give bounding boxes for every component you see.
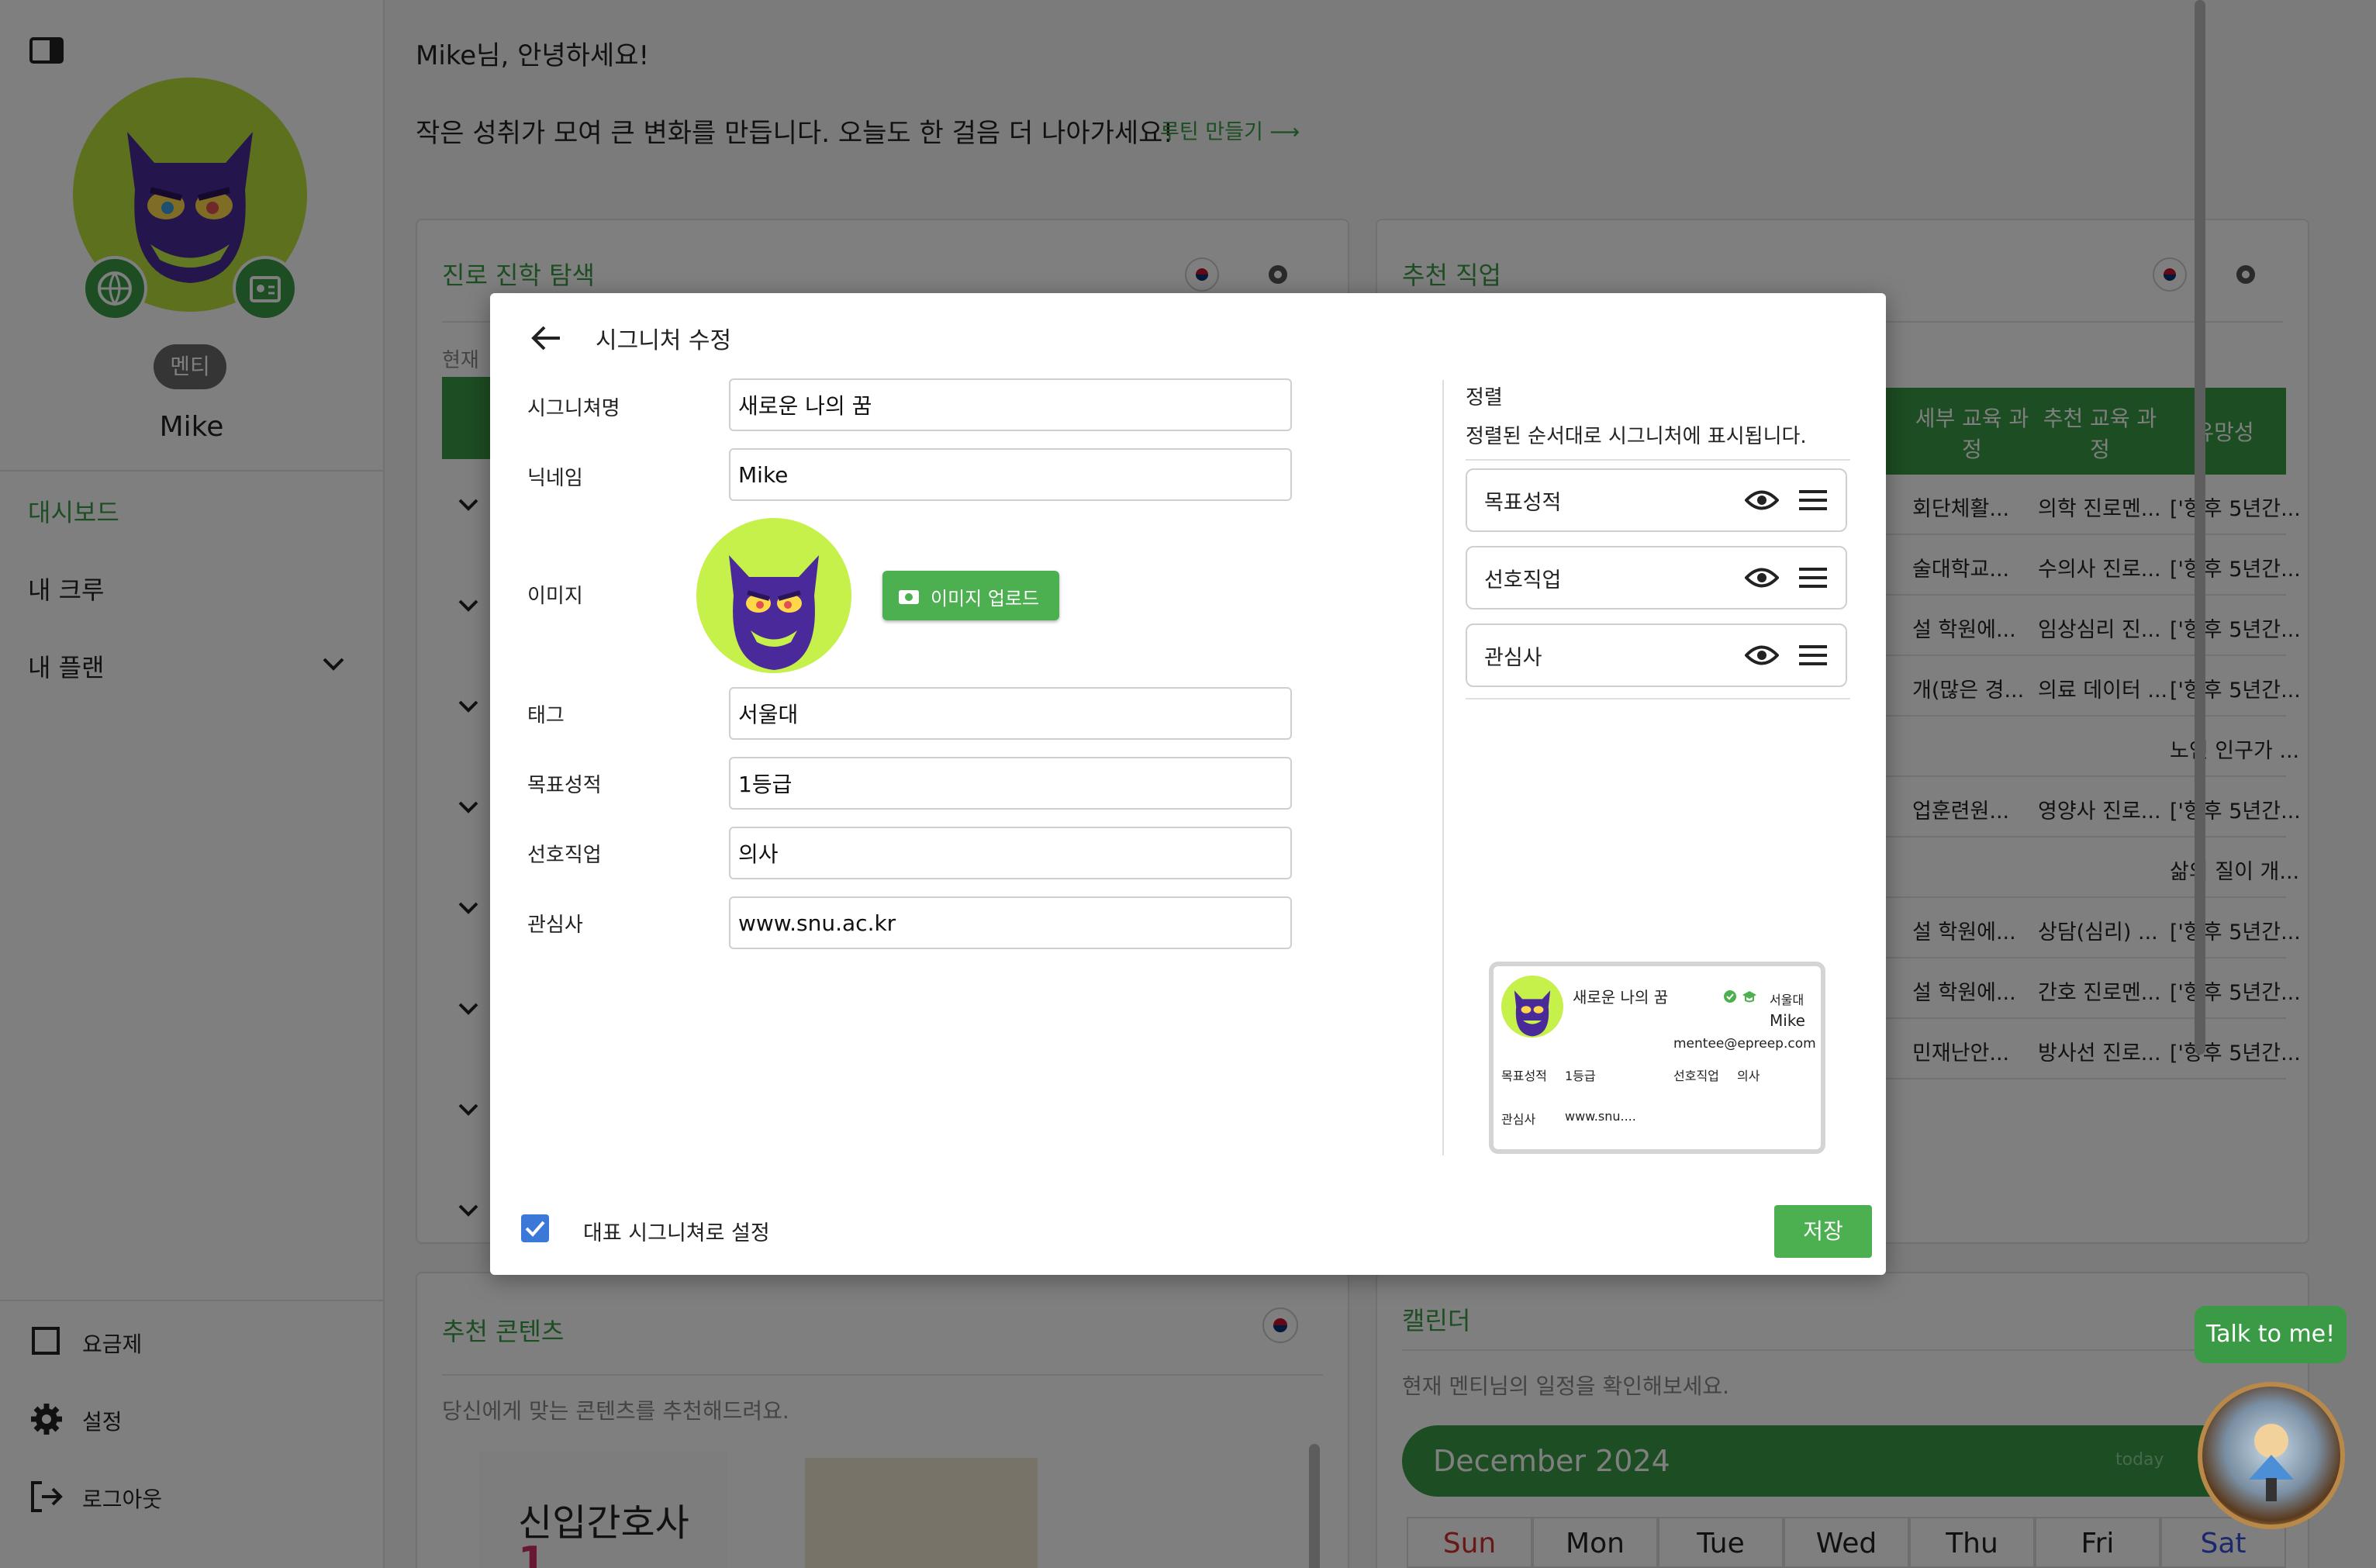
sort-item[interactable]: 관심사 xyxy=(1466,623,1847,687)
preview-name: 새로운 나의 꿈 xyxy=(1573,988,1669,1007)
sort-title: 정렬 xyxy=(1466,386,1503,409)
divider xyxy=(1442,380,1444,1155)
eye-icon[interactable] xyxy=(1745,487,1779,513)
sort-description: 정렬된 순서대로 시그니처에 표시됩니다. xyxy=(1466,425,1807,448)
field-label: 목표성적 xyxy=(527,774,602,797)
preview-avatar xyxy=(1501,976,1563,1038)
modal-title: 시그니처 수정 xyxy=(596,327,732,354)
preview-key: 관심사 xyxy=(1501,1112,1536,1127)
check-circle-icon xyxy=(1724,990,1736,1003)
sort-item[interactable]: 목표성적 xyxy=(1466,468,1847,532)
field-label: 이미지 xyxy=(527,585,583,608)
signature-image xyxy=(696,518,851,673)
default-signature-label: 대표 시그니쳐로 설정 xyxy=(583,1221,770,1245)
drag-handle-icon[interactable] xyxy=(1798,566,1829,589)
eye-icon[interactable] xyxy=(1745,565,1779,591)
drag-handle-icon[interactable] xyxy=(1798,644,1829,667)
upload-label: 이미지 업로드 xyxy=(931,588,1040,610)
sort-item-label: 선호직업 xyxy=(1484,568,1562,592)
preview-email: mentee@epreep.com xyxy=(1673,1036,1816,1052)
divider xyxy=(1466,698,1850,699)
goal-grade-input[interactable]: 1등급 xyxy=(729,757,1292,810)
graduation-cap-icon xyxy=(1742,991,1756,1003)
preview-value: 1등급 xyxy=(1565,1069,1596,1083)
checkmark-icon xyxy=(525,1221,545,1237)
chat-bubble[interactable]: Talk to me! xyxy=(2195,1306,2347,1363)
camera-icon xyxy=(899,590,919,604)
sort-item-label: 목표성적 xyxy=(1484,491,1562,515)
back-arrow-icon[interactable] xyxy=(530,324,561,352)
preview-key: 선호직업 xyxy=(1673,1069,1719,1083)
default-signature-checkbox[interactable] xyxy=(521,1214,549,1242)
preview-tag: 서울대 xyxy=(1770,993,1804,1007)
sort-item[interactable]: 선호직업 xyxy=(1466,546,1847,610)
nickname-input[interactable]: Mike xyxy=(729,448,1292,501)
signature-preview: 새로운 나의 꿈 서울대 Mike mentee@epreep.com 목표성적… xyxy=(1489,962,1825,1154)
preview-key: 목표성적 xyxy=(1501,1069,1547,1083)
preview-nickname: Mike xyxy=(1770,1011,1805,1030)
preview-value: 의사 xyxy=(1737,1069,1760,1083)
divider xyxy=(1466,459,1850,461)
signature-name-input[interactable]: 새로운 나의 꿈 xyxy=(729,378,1292,431)
tag-input[interactable]: 서울대 xyxy=(729,687,1292,740)
preferred-job-input[interactable]: 의사 xyxy=(729,827,1292,879)
eye-icon[interactable] xyxy=(1745,642,1779,668)
image-upload-button[interactable]: 이미지 업로드 xyxy=(882,571,1059,620)
field-label: 태그 xyxy=(527,704,565,727)
drag-handle-icon[interactable] xyxy=(1798,489,1829,512)
interest-input[interactable]: www.snu.ac.kr xyxy=(729,896,1292,949)
field-label: 시그니쳐명 xyxy=(527,397,620,420)
chat-avatar[interactable] xyxy=(2198,1382,2345,1529)
signature-edit-modal: 시그니처 수정 시그니쳐명 새로운 나의 꿈 닉네임 Mike 이미지 이미지 … xyxy=(490,293,1886,1275)
save-button[interactable]: 저장 xyxy=(1774,1205,1872,1258)
preview-value: www.snu.... xyxy=(1565,1109,1636,1124)
field-label: 닉네임 xyxy=(527,467,583,490)
field-label: 관심사 xyxy=(527,914,583,937)
sort-item-label: 관심사 xyxy=(1484,646,1542,670)
field-label: 선호직업 xyxy=(527,844,602,867)
